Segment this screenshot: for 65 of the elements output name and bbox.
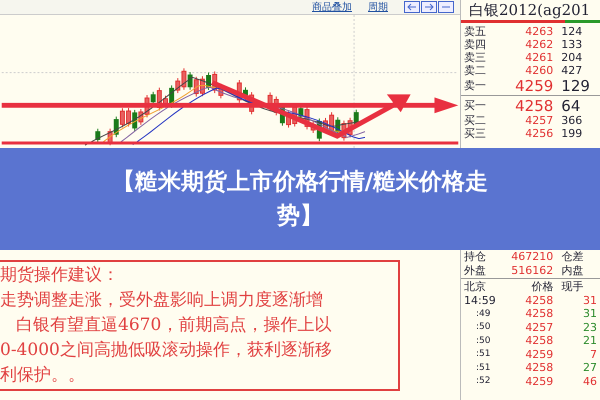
tick-volume: 27	[582, 361, 597, 374]
bid-label: 买一	[464, 98, 487, 113]
tick-price: 4257	[524, 320, 554, 334]
tick-time: :49	[475, 308, 492, 319]
ask-volume: 124	[561, 25, 584, 38]
advice-text: 0-4000之间高抛低吸滚动操作，获利逐渐移	[0, 339, 332, 362]
ask-label: 卖三	[464, 50, 487, 65]
stat-label: 持仓	[464, 249, 487, 264]
tick-time: :51	[475, 362, 492, 373]
tick-price: 4258	[524, 334, 554, 348]
quote-title: 白银2012(ag201	[468, 0, 592, 20]
tick-time: :52	[475, 376, 492, 386]
advice-text: 利保护。。	[0, 364, 85, 387]
ask-volume: 427	[561, 64, 584, 77]
tick-volume: 21	[582, 334, 597, 348]
toolbar-link[interactable]: 商品叠加	[312, 0, 352, 14]
ask-volume: 129	[561, 76, 591, 94]
ask-label: 卖一	[464, 78, 487, 93]
navigation-icon[interactable]	[404, 1, 456, 13]
ask-volume: 133	[561, 38, 584, 51]
ask-label: 卖四	[464, 37, 487, 52]
tick-volume: 23	[582, 320, 597, 334]
tick-volume: 31	[582, 294, 598, 307]
tick-time: 14:59	[464, 294, 496, 307]
stat-label: 外盘	[464, 262, 487, 278]
tick-time: :51	[475, 349, 492, 360]
ask-price: 4260	[524, 64, 554, 77]
tick-price: 4258	[524, 307, 554, 320]
tick-price: 4258	[524, 294, 554, 307]
stat-value: 516162	[510, 264, 554, 277]
bid-label: 买三	[464, 126, 487, 141]
toolbar-link[interactable]: 周期	[368, 0, 388, 14]
ask-label: 卖二	[464, 63, 487, 78]
tick-time: :50	[475, 336, 492, 346]
ask-label: 卖五	[464, 24, 487, 39]
column-header: 价格	[530, 279, 554, 294]
ask-price: 4261	[524, 51, 554, 64]
ask-volume: 204	[561, 51, 584, 64]
tick-volume: 7	[589, 348, 597, 361]
tick-time: :50	[475, 322, 492, 332]
bid-price: 4258	[514, 96, 554, 114]
tick-price: 4258	[524, 361, 554, 374]
stat-label: 内盘	[561, 262, 584, 278]
bid-price: 4257	[524, 114, 554, 127]
stat-value: 467210	[510, 250, 554, 264]
bid-volume: 64	[561, 96, 582, 114]
bid-volume: 366	[561, 114, 584, 127]
stat-label: 仓差	[561, 249, 584, 264]
ask-price: 4263	[524, 25, 554, 38]
tick-price: 4259	[524, 374, 554, 388]
bid-price: 4256	[524, 127, 554, 140]
column-header: 北京	[464, 279, 487, 294]
ask-price: 4259	[514, 76, 554, 94]
tick-volume: 46	[582, 374, 597, 388]
bid-volume: 199	[561, 127, 584, 140]
advice-text: 白银有望直逼4670，前期高点，操作上以	[15, 314, 332, 337]
tick-price: 4259	[524, 348, 554, 361]
candlestick	[95, 128, 100, 143]
advice-text: 走势调整走涨，受外盘影响上调力度逐渐增	[0, 289, 323, 312]
column-header: 现手	[561, 279, 584, 294]
ask-price: 4262	[524, 38, 554, 51]
tick-volume: 31	[582, 307, 597, 320]
advice-text: 期货操作建议：	[0, 264, 119, 287]
banner-title: 【糙米期货上市价格行情/糙米价格走势】	[110, 168, 490, 231]
bid-label: 买二	[464, 113, 487, 128]
